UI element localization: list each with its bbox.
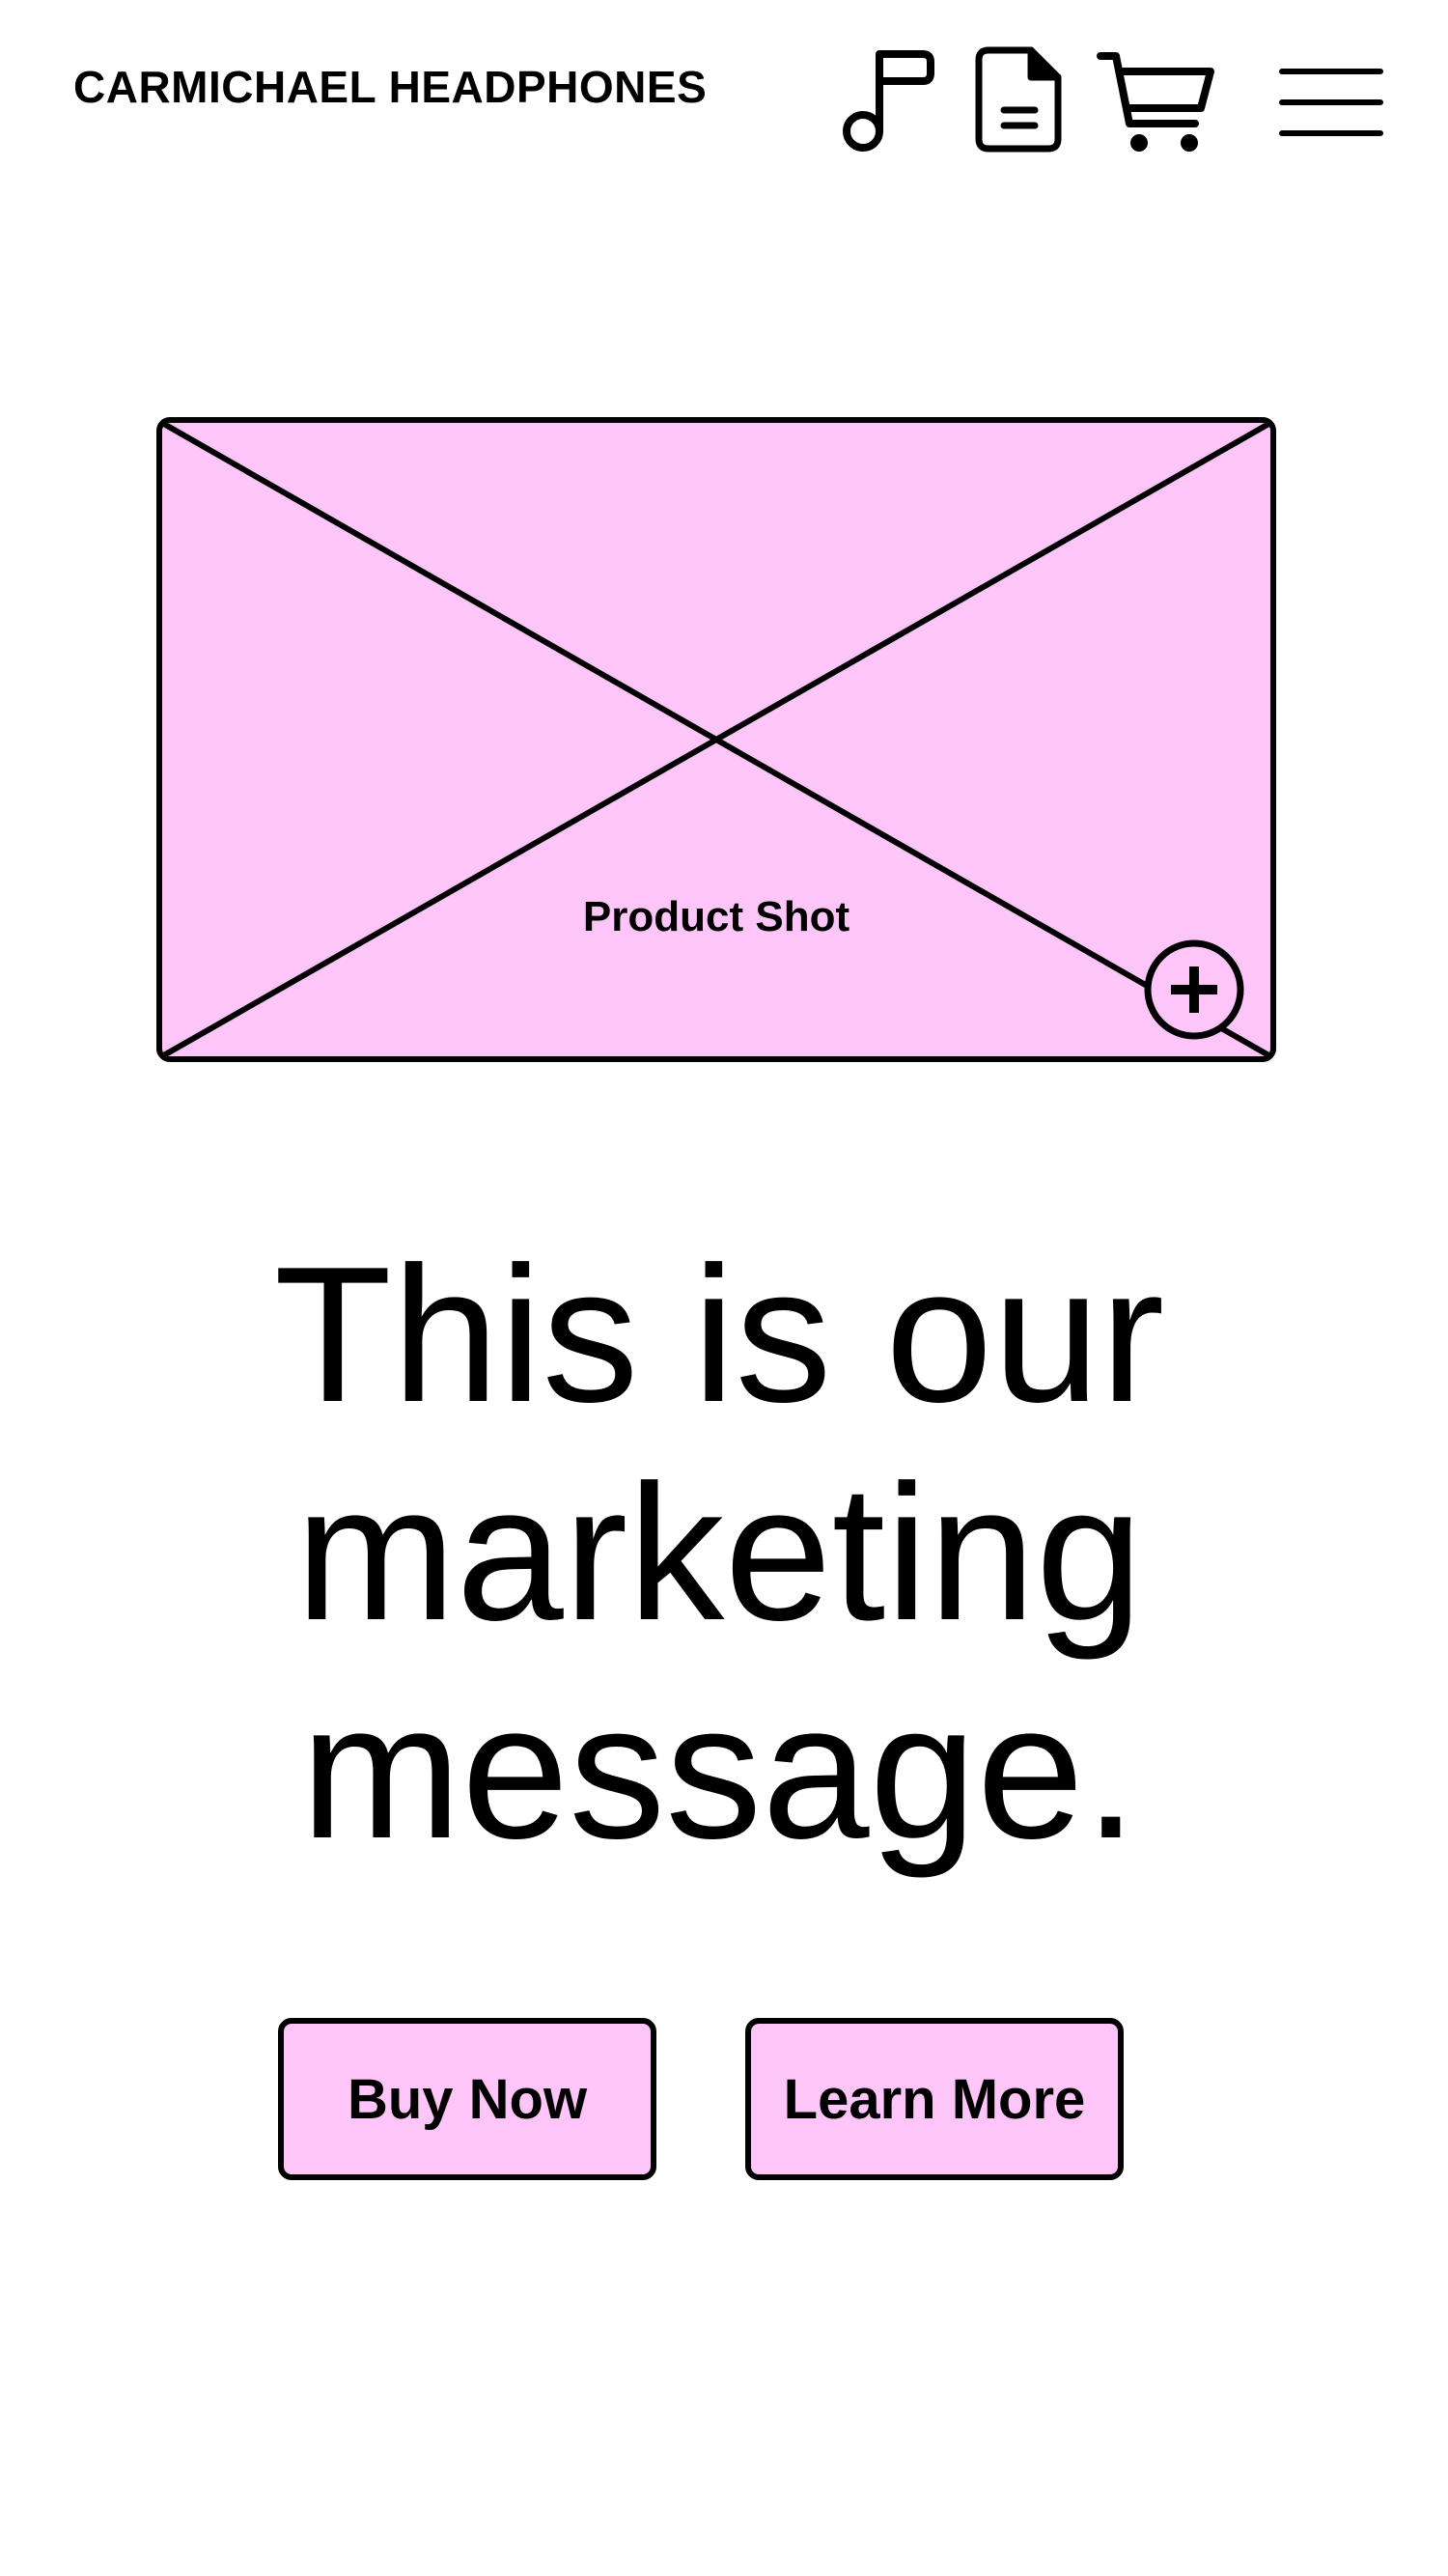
brand-name[interactable]: CARMICHAEL HEADPHONES — [73, 58, 707, 116]
hamburger-menu-icon[interactable] — [1278, 64, 1384, 141]
learn-more-button[interactable]: Learn More — [745, 2018, 1124, 2180]
product-image-placeholder: Product Shot — [156, 417, 1276, 1062]
product-shot-label: Product Shot — [582, 893, 850, 940]
shopping-cart-icon[interactable] — [1097, 48, 1216, 156]
buy-now-button[interactable]: Buy Now — [278, 2018, 656, 2180]
document-icon[interactable] — [975, 46, 1064, 153]
marketing-headline: This is our marketing message. — [273, 1227, 1165, 1879]
site-header: CARMICHAEL HEADPHONES — [0, 0, 1448, 193]
zoom-in-icon[interactable] — [1143, 938, 1245, 1041]
music-note-icon[interactable] — [842, 46, 938, 156]
placeholder-cross-lines — [162, 423, 1270, 1056]
